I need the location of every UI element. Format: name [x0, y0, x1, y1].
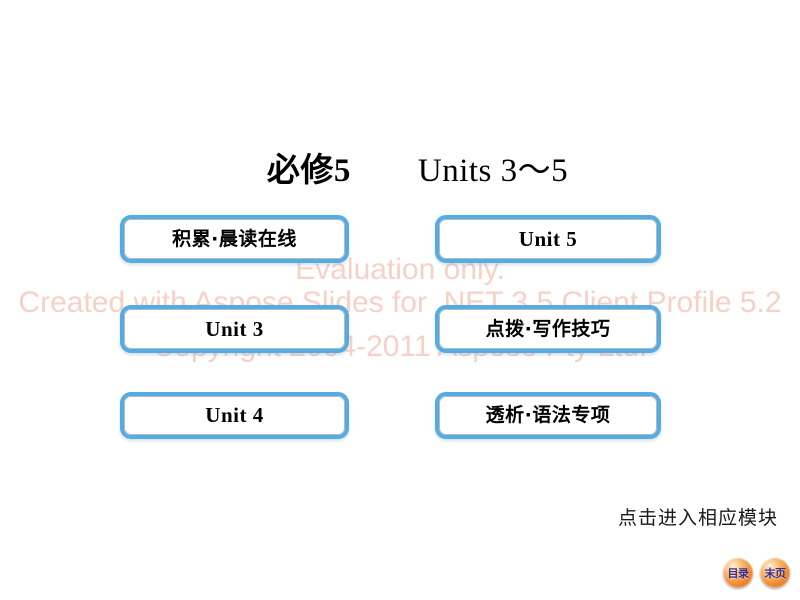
page-title-en: Units 3～5	[417, 153, 569, 189]
module-button-label: Unit 5	[518, 226, 578, 251]
module-button-writing-skills[interactable]: 点拨·写作技巧	[435, 305, 661, 353]
module-button-accumulate-morning-reading[interactable]: 积累·晨读在线	[120, 215, 349, 263]
button-inner-frame: 点拨·写作技巧	[439, 309, 657, 349]
button-inner-frame: Unit 3	[124, 309, 345, 349]
navigation-badges: 目录 末页	[723, 558, 790, 588]
module-button-unit-4[interactable]: Unit 4	[120, 392, 349, 439]
module-button-label: 透析·语法专项	[485, 404, 611, 426]
page-title: 必修5 Units 3～5	[0, 108, 800, 234]
module-button-label: Unit 3	[205, 316, 264, 341]
button-inner-frame: 积累·晨读在线	[124, 219, 345, 259]
module-button-label: Unit 4	[205, 403, 264, 427]
module-button-unit-5[interactable]: Unit 5	[435, 215, 661, 263]
button-inner-frame: 透析·语法专项	[439, 396, 657, 435]
page-title-gap	[351, 153, 418, 189]
watermark-line-1: Evaluation only.	[295, 253, 505, 286]
button-inner-frame: Unit 5	[439, 219, 657, 259]
module-button-label: 点拨·写作技巧	[485, 317, 611, 340]
last-page-badge-label: 末页	[764, 566, 787, 580]
contents-badge-button[interactable]: 目录	[723, 558, 753, 588]
contents-badge-label: 目录	[727, 566, 750, 580]
button-inner-frame: Unit 4	[124, 396, 345, 435]
footer-instruction: 点击进入相应模块	[617, 507, 778, 529]
module-button-grammar-analysis[interactable]: 透析·语法专项	[435, 392, 661, 439]
module-button-label: 积累·晨读在线	[172, 227, 297, 250]
page-title-cn: 必修5	[266, 153, 351, 189]
module-button-unit-3[interactable]: Unit 3	[120, 305, 349, 353]
slide-canvas: Evaluation only. Created with Aspose.Sli…	[0, 0, 800, 600]
last-page-badge-button[interactable]: 末页	[760, 558, 790, 588]
